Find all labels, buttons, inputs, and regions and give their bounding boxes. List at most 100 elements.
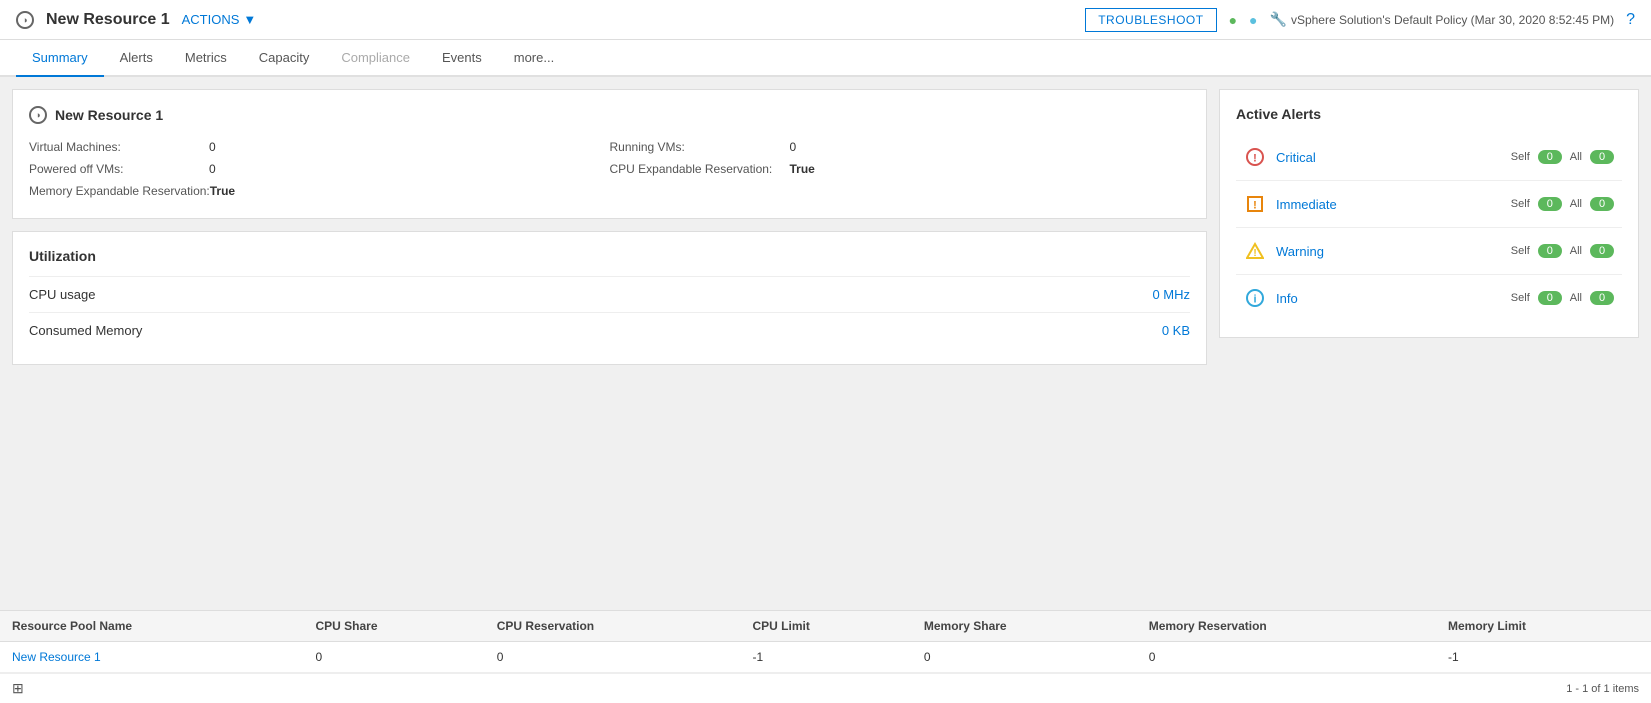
immediate-icon: ! [1244,193,1266,215]
tab-compliance: Compliance [325,40,426,77]
warning-self-count: 0 [1538,244,1562,258]
warning-label[interactable]: Warning [1276,244,1511,259]
powered-off-label: Powered off VMs: [29,162,209,176]
immediate-all-label: All [1570,198,1582,210]
running-label: Running VMs: [610,140,790,154]
util-cpu-value: 0 MHz [1152,287,1190,302]
header: ◑ New Resource 1 ACTIONS ▼ TROUBLESHOOT … [0,0,1651,40]
table-settings-icon[interactable]: ⊞ [12,680,24,697]
svg-text:!: ! [1253,248,1256,259]
util-memory-row: Consumed Memory 0 KB [29,312,1190,348]
memory-reservation-value: True [210,184,235,198]
tab-summary[interactable]: Summary [16,40,104,77]
critical-label[interactable]: Critical [1276,150,1511,165]
warning-self-label: Self [1511,245,1530,257]
memory-reservation-label: Memory Expandable Reservation: [29,184,210,198]
alert-row-immediate: ! Immediate Self 0 All 0 [1236,181,1622,228]
left-column: ◑ New Resource 1 Virtual Machines: 0 Run… [12,89,1207,598]
tab-more[interactable]: more... [498,40,570,77]
resource-icon: ◑ [16,11,34,29]
info-all-label: All [1570,292,1582,304]
table-header-row: Resource Pool Name CPU Share CPU Reserva… [0,611,1651,642]
alerts-title: Active Alerts [1236,106,1622,122]
tab-metrics[interactable]: Metrics [169,40,243,77]
svg-text:!: ! [1253,200,1257,212]
svg-text:i: i [1253,294,1256,306]
table-pagination: 1 - 1 of 1 items [1566,683,1639,695]
status-icon-green: ● [1229,12,1237,28]
alert-row-info: i Info Self 0 All 0 [1236,275,1622,321]
cell-memory-share: 0 [912,642,1137,673]
actions-button[interactable]: ACTIONS ▼ [182,12,257,27]
cell-memory-limit: -1 [1436,642,1651,673]
cell-resource-name[interactable]: New Resource 1 [0,642,304,673]
cpu-reservation-value: True [790,162,815,176]
vms-value: 0 [209,140,216,154]
warning-icon: ! [1244,240,1266,262]
info-icon: i [1244,287,1266,309]
col-memory-reservation: Memory Reservation [1137,611,1436,642]
util-memory-value: 0 KB [1162,323,1190,338]
util-memory-label: Consumed Memory [29,323,142,338]
warning-all-count: 0 [1590,244,1614,258]
util-cpu-row: CPU usage 0 MHz [29,276,1190,312]
resource-card-title: ◑ New Resource 1 [29,106,1190,124]
troubleshoot-button[interactable]: TROUBLESHOOT [1085,8,1216,32]
col-memory-limit: Memory Limit [1436,611,1651,642]
cpu-reservation-label: CPU Expandable Reservation: [610,162,790,176]
critical-counts: Self 0 All 0 [1511,150,1614,164]
info-self-count: 0 [1538,291,1562,305]
critical-self-count: 0 [1538,150,1562,164]
critical-all-count: 0 [1590,150,1614,164]
cell-cpu-limit: -1 [741,642,912,673]
util-cpu-label: CPU usage [29,287,95,302]
col-cpu-reservation: CPU Reservation [485,611,741,642]
info-row-powered-off: Powered off VMs: 0 [29,158,610,180]
info-counts: Self 0 All 0 [1511,291,1614,305]
running-value: 0 [790,140,797,154]
header-right: TROUBLESHOOT ● ● 🔧 vSphere Solution's De… [1085,8,1635,32]
tab-events[interactable]: Events [426,40,498,77]
info-row-vms: Virtual Machines: 0 [29,136,610,158]
active-alerts-card: Active Alerts ! Critical Self 0 All 0 [1219,89,1639,338]
info-row-cpu-reservation: CPU Expandable Reservation: True [610,158,1191,180]
table-row: New Resource 1 0 0 -1 0 0 -1 [0,642,1651,673]
main-content: ◑ New Resource 1 Virtual Machines: 0 Run… [0,77,1651,610]
header-left: ◑ New Resource 1 ACTIONS ▼ [16,11,256,29]
help-icon[interactable]: ? [1626,11,1635,29]
resource-card-icon: ◑ [29,106,47,124]
immediate-all-count: 0 [1590,197,1614,211]
chevron-down-icon: ▼ [243,12,256,27]
policy-icon: 🔧 [1270,11,1287,28]
page-title: New Resource 1 [46,11,170,29]
tab-alerts[interactable]: Alerts [104,40,169,77]
critical-self-label: Self [1511,151,1530,163]
tab-capacity[interactable]: Capacity [243,40,326,77]
info-row-memory-reservation: Memory Expandable Reservation: True [29,180,610,202]
policy-label: 🔧 vSphere Solution's Default Policy (Mar… [1270,11,1615,28]
warning-all-label: All [1570,245,1582,257]
col-memory-share: Memory Share [912,611,1137,642]
cell-cpu-reservation: 0 [485,642,741,673]
col-cpu-share: CPU Share [304,611,485,642]
alert-row-critical: ! Critical Self 0 All 0 [1236,134,1622,181]
cell-memory-reservation: 0 [1137,642,1436,673]
immediate-label[interactable]: Immediate [1276,197,1511,212]
info-row-running: Running VMs: 0 [610,136,1191,158]
vms-label: Virtual Machines: [29,140,209,154]
table-footer: ⊞ 1 - 1 of 1 items [0,673,1651,703]
immediate-counts: Self 0 All 0 [1511,197,1614,211]
alert-row-warning: ! Warning Self 0 All 0 [1236,228,1622,275]
col-cpu-limit: CPU Limit [741,611,912,642]
tab-bar: Summary Alerts Metrics Capacity Complian… [0,40,1651,77]
warning-counts: Self 0 All 0 [1511,244,1614,258]
resource-info-grid: Virtual Machines: 0 Running VMs: 0 Power… [29,136,1190,202]
info-self-label: Self [1511,292,1530,304]
resource-pool-table-wrapper: Resource Pool Name CPU Share CPU Reserva… [0,610,1651,703]
info-label[interactable]: Info [1276,291,1511,306]
utilization-card: Utilization CPU usage 0 MHz Consumed Mem… [12,231,1207,365]
critical-all-label: All [1570,151,1582,163]
resource-pool-table: Resource Pool Name CPU Share CPU Reserva… [0,611,1651,673]
critical-icon: ! [1244,146,1266,168]
svg-text:!: ! [1253,153,1257,165]
